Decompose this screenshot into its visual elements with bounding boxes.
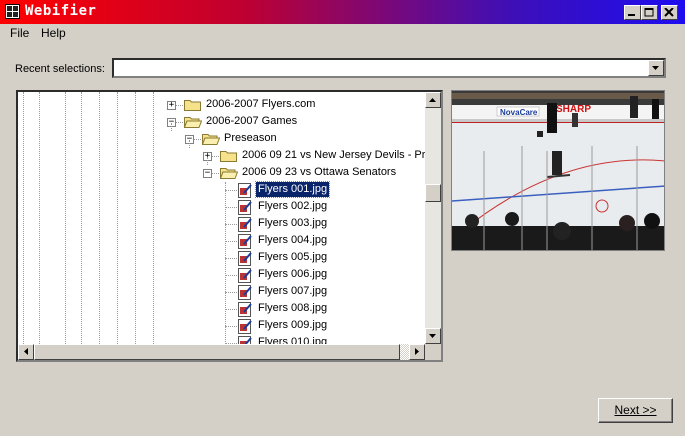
recent-selections-label: Recent selections:: [15, 63, 105, 75]
recent-selections-combo[interactable]: [112, 58, 666, 78]
tree-item[interactable]: − Preseason: [18, 123, 438, 148]
tree-item-label: Flyers 008.jpg: [258, 302, 328, 314]
tree-item-file[interactable]: Flyers 001.jpg: [18, 181, 438, 199]
folder-tree[interactable]: + 2006-2007 Flyers.com − 2006-2007 Games…: [16, 90, 443, 362]
tree-item-label: 2006-2007 Games: [206, 115, 298, 127]
tree-item-file[interactable]: Flyers 004.jpg: [18, 233, 438, 250]
tree-item-label: 2006 09 23 vs Ottawa Senators: [242, 166, 397, 178]
chevron-down-icon: [652, 66, 659, 70]
menu-help[interactable]: Help: [41, 26, 66, 40]
chevron-down-icon: [429, 334, 436, 338]
image-file-icon: [238, 183, 252, 198]
tree-item-label: Flyers 003.jpg: [258, 217, 328, 229]
tree-item-label: Flyers 004.jpg: [258, 234, 328, 246]
image-file-icon: [238, 200, 252, 215]
tree-vertical-scrollbar[interactable]: [425, 92, 441, 344]
tree-item[interactable]: − 2006 09 23 vs Ottawa Senators: [18, 157, 438, 182]
minimize-button[interactable]: [624, 5, 641, 20]
tree-item-label: 2006-2007 Flyers.com: [206, 98, 316, 110]
tree-item-label: Flyers 001.jpg: [254, 181, 331, 198]
chevron-left-icon: [24, 348, 28, 355]
chevron-right-icon: [415, 348, 419, 355]
minimize-icon: [628, 14, 635, 16]
image-file-icon: [238, 319, 252, 334]
tree-item-file[interactable]: Flyers 005.jpg: [18, 250, 438, 267]
app-icon: [5, 4, 20, 19]
tree-item[interactable]: − 2006-2007 Games: [18, 114, 438, 131]
combo-dropdown-button[interactable]: [648, 60, 664, 76]
tree-item-file[interactable]: Flyers 003.jpg: [18, 216, 438, 233]
vertical-scroll-thumb[interactable]: [425, 184, 441, 202]
image-file-icon: [238, 268, 252, 283]
expand-icon[interactable]: +: [167, 101, 176, 110]
chevron-up-icon: [429, 98, 436, 102]
tree-item-label: Flyers 007.jpg: [258, 285, 328, 297]
tree-item-label: Flyers 009.jpg: [258, 319, 328, 331]
folder-icon: [184, 100, 201, 111]
close-button[interactable]: [661, 5, 678, 20]
tree-item-file[interactable]: Flyers 008.jpg: [18, 301, 438, 318]
tree-item-label: Flyers 005.jpg: [258, 251, 328, 263]
tree-item-file[interactable]: Flyers 002.jpg: [18, 199, 438, 216]
tree-item[interactable]: + 2006 09 21 vs New Jersey Devils - Pre: [18, 140, 438, 165]
folder-open-icon: [202, 134, 220, 145]
window-title: Webifier: [25, 3, 97, 19]
image-file-icon: [238, 285, 252, 300]
scroll-down-button[interactable]: [425, 328, 441, 344]
folder-open-icon: [220, 168, 238, 179]
tree-horizontal-scrollbar[interactable]: [18, 344, 425, 360]
image-file-icon: [238, 302, 252, 317]
image-file-icon: [238, 217, 252, 232]
maximize-icon: [644, 8, 654, 17]
next-button-label: Next >>: [614, 403, 657, 417]
image-file-icon: [238, 234, 252, 249]
tree-item-label: 2006 09 21 vs New Jersey Devils - Pre: [242, 149, 432, 161]
tree-item-file[interactable]: Flyers 006.jpg: [18, 267, 438, 284]
tree-item-file[interactable]: Flyers 007.jpg: [18, 284, 438, 301]
close-icon: [664, 8, 674, 17]
hockey-photo: NovaCare SHARP: [452, 91, 664, 250]
title-bar[interactable]: Webifier: [0, 0, 685, 24]
scrollbar-corner: [425, 344, 441, 360]
image-file-icon: [238, 251, 252, 266]
scroll-right-button[interactable]: [409, 344, 425, 360]
horizontal-scroll-thumb[interactable]: [34, 344, 400, 360]
scroll-left-button[interactable]: [18, 344, 34, 360]
tree-item[interactable]: + 2006-2007 Flyers.com: [18, 97, 438, 114]
ad-novacare: NovaCare: [500, 108, 538, 117]
collapse-icon[interactable]: −: [203, 169, 212, 178]
tree-item-file[interactable]: Flyers 009.jpg: [18, 318, 438, 335]
folder-icon: [220, 151, 237, 162]
tree-item-label: Flyers 006.jpg: [258, 268, 328, 280]
tree-item-label: Preseason: [224, 132, 277, 144]
next-button[interactable]: Next >>: [598, 398, 673, 423]
maximize-button[interactable]: [641, 5, 658, 20]
image-preview: NovaCare SHARP: [451, 90, 665, 251]
menu-bar: File Help: [0, 24, 685, 43]
menu-file[interactable]: File: [10, 26, 29, 40]
scroll-up-button[interactable]: [425, 92, 441, 108]
tree-item-label: Flyers 002.jpg: [258, 200, 328, 212]
folder-open-icon: [184, 117, 202, 128]
